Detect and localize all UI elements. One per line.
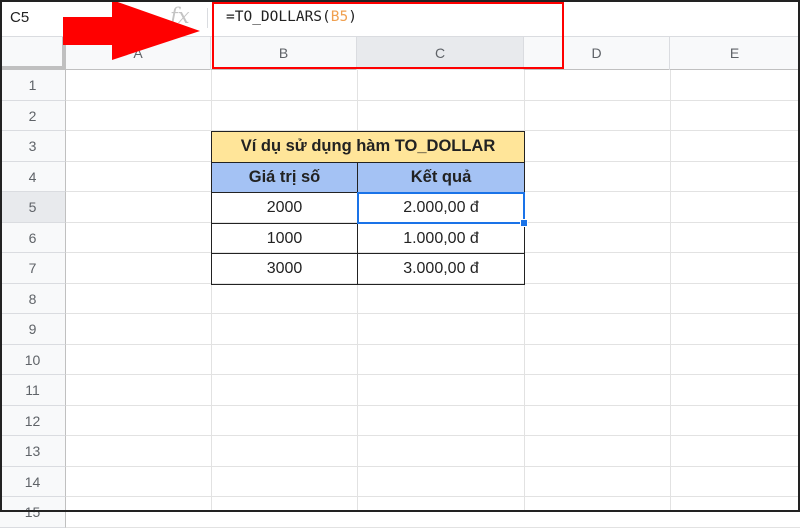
table-title-cell[interactable]: Ví dụ sử dụng hàm TO_DOLLAR: [211, 131, 525, 163]
column-header-E[interactable]: E: [670, 37, 800, 70]
row-header-6[interactable]: 6: [0, 222, 66, 253]
annotation-arrow-icon: [63, 0, 200, 60]
table-header-value[interactable]: Giá trị số: [211, 161, 358, 193]
grid-line: [670, 70, 671, 512]
divider: [207, 8, 208, 28]
table-cell-value[interactable]: 3000: [211, 253, 358, 285]
grid-line: [66, 404, 800, 406]
row-header-14[interactable]: 14: [0, 466, 66, 497]
table-cell-result[interactable]: 1.000,00 đ: [357, 222, 525, 254]
row-header-4[interactable]: 4: [0, 161, 66, 192]
grid-line: [66, 374, 800, 375]
grid-line: [66, 313, 800, 314]
active-cell-selection: [357, 192, 525, 224]
row-header-8[interactable]: 8: [0, 283, 66, 314]
row-header-5[interactable]: 5: [0, 192, 66, 223]
grid-line: [66, 526, 800, 528]
grid-line: [66, 496, 800, 497]
row-header-1[interactable]: 1: [0, 70, 66, 101]
grid-line: [66, 343, 800, 345]
table-header-result[interactable]: Kết quả: [357, 161, 525, 193]
row-header-9[interactable]: 9: [0, 314, 66, 345]
fill-handle[interactable]: [520, 218, 528, 227]
table-cell-value[interactable]: 1000: [211, 222, 358, 254]
select-all-corner[interactable]: [0, 37, 66, 70]
row-header-12[interactable]: 12: [0, 405, 66, 436]
row-header-11[interactable]: 11: [0, 375, 66, 406]
grid-line: [66, 435, 800, 436]
row-header-3[interactable]: 3: [0, 131, 66, 162]
annotation-highlight-box: [212, 2, 564, 69]
row-header-7[interactable]: 7: [0, 253, 66, 284]
row-header-15[interactable]: 15: [0, 497, 66, 528]
grid-line: [66, 99, 800, 101]
row-header-2[interactable]: 2: [0, 100, 66, 131]
table-cell-result[interactable]: 3.000,00 đ: [357, 253, 525, 285]
table-cell-value[interactable]: 2000: [211, 192, 358, 224]
row-header-13[interactable]: 13: [0, 436, 66, 467]
name-box[interactable]: C5: [10, 9, 29, 26]
row-header-10[interactable]: 10: [0, 344, 66, 375]
grid-line: [66, 465, 800, 467]
